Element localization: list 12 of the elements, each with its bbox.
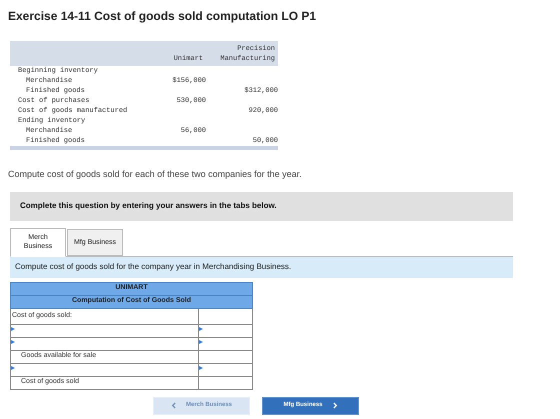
instruction-text: Complete this question by entering your answers in the tabs below.	[20, 200, 277, 212]
chevron-right-icon	[332, 402, 338, 409]
exercise-title: Exercise 14-11 Cost of goods sold computation LO P1	[8, 8, 318, 25]
dropdown-marker-icon	[11, 340, 15, 344]
dropdown-marker-icon	[11, 366, 15, 370]
dropdown-marker-icon	[11, 326, 15, 330]
task-text: Compute cost of goods sold for the company year in Merchandising Business.	[15, 261, 292, 273]
chevron-left-icon	[170, 402, 176, 409]
dropdown-marker-icon	[199, 366, 203, 370]
dropdown-marker-icon	[199, 326, 203, 330]
prompt-text: Compute cost of goods sold for each of these two companies for the year.	[8, 168, 303, 181]
dropdown-marker-icon	[199, 340, 203, 344]
